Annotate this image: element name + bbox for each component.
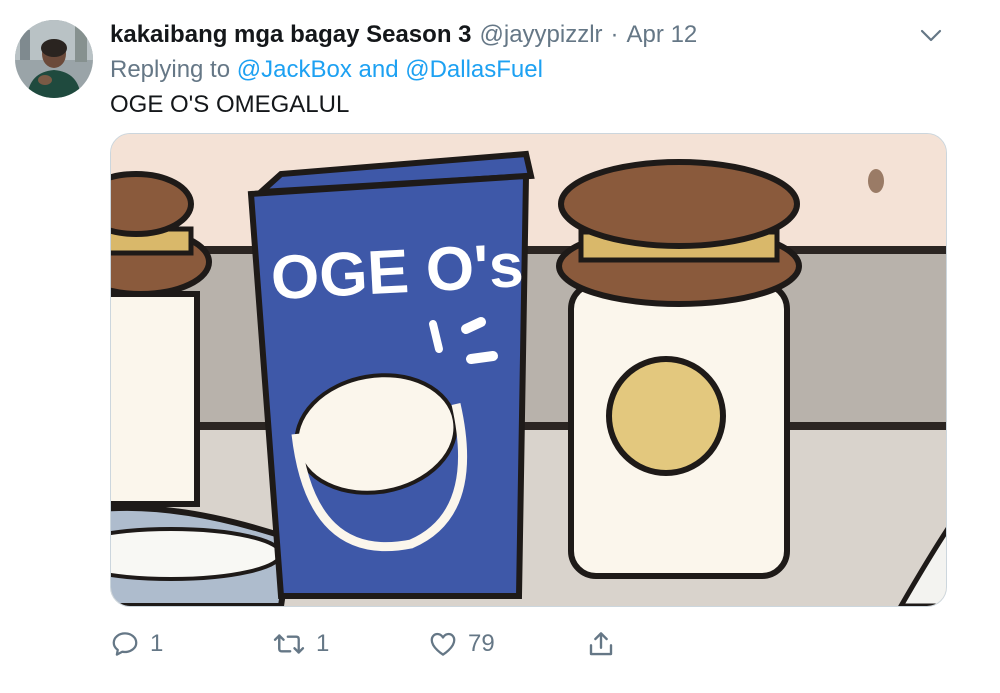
tweet-actions: 1 1 79 — [110, 626, 710, 662]
caret-down-icon[interactable] — [918, 24, 944, 46]
retweet-icon — [273, 634, 305, 654]
like-icon — [430, 632, 456, 656]
tweet-image[interactable]: OGE O's — [110, 133, 947, 607]
tweet-date[interactable]: Apr 12 — [627, 21, 698, 49]
mention-dallasfuel[interactable]: @DallasFuel — [405, 56, 543, 83]
share-button[interactable] — [586, 626, 616, 662]
avatar[interactable] — [15, 20, 93, 98]
display-name[interactable]: kakaibang mga bagay Season 3 — [110, 21, 472, 49]
tweet-header: kakaibang mga bagay Season 3 @jayypizzlr… — [110, 20, 697, 50]
reply-icon — [112, 632, 138, 656]
mention-jackbox[interactable]: @JackBox — [237, 56, 352, 83]
retweet-count: 1 — [316, 630, 330, 657]
replying-prefix: Replying to — [110, 56, 231, 83]
separator-dot: · — [610, 21, 619, 48]
replying-to: Replying to @JackBox and @DallasFuel — [110, 56, 543, 84]
user-handle[interactable]: @jayypizzlr — [480, 21, 603, 49]
share-icon — [589, 632, 613, 656]
like-button[interactable]: 79 — [428, 626, 495, 662]
reply-button[interactable]: 1 — [110, 626, 163, 662]
reply-joiner: and — [358, 56, 399, 83]
retweet-button[interactable]: 1 — [272, 626, 329, 662]
reply-count: 1 — [150, 630, 164, 657]
like-count: 79 — [468, 630, 495, 657]
cereal-box-text: OGE O's — [269, 231, 525, 313]
tweet-text: OGE O'S OMEGALUL — [110, 91, 350, 118]
